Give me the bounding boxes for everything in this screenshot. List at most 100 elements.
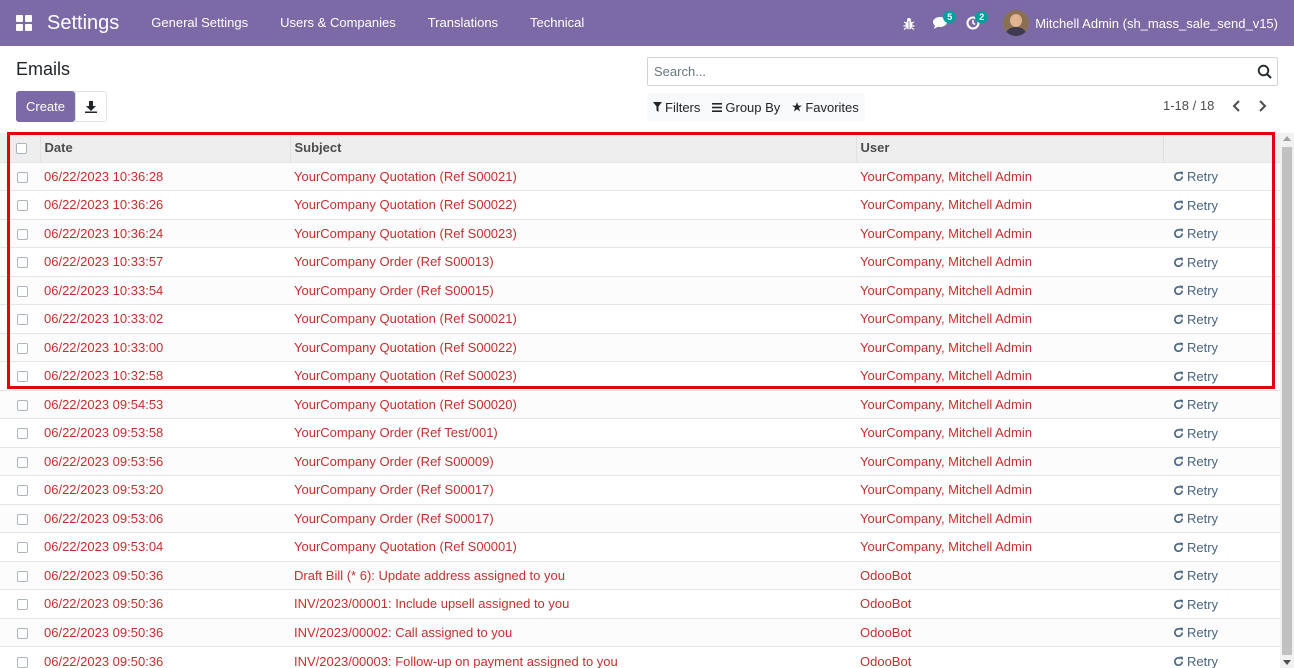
vertical-scrollbar[interactable] xyxy=(1280,133,1294,668)
email-subject[interactable]: YourCompany Quotation (Ref S00022) xyxy=(290,333,856,362)
email-user[interactable]: OdooBot xyxy=(856,590,1163,619)
retry-button[interactable]: Retry xyxy=(1173,226,1218,241)
email-subject[interactable]: YourCompany Quotation (Ref S00021) xyxy=(290,305,856,334)
row-checkbox[interactable] xyxy=(17,200,28,212)
table-row[interactable]: 06/22/2023 10:36:28 YourCompany Quotation… xyxy=(0,162,1280,191)
table-row[interactable]: 06/22/2023 09:54:53 YourCompany Quotation… xyxy=(0,390,1280,419)
retry-button[interactable]: Retry xyxy=(1173,568,1218,583)
search-input[interactable] xyxy=(648,58,1248,85)
menu-translations[interactable]: Translations xyxy=(412,0,514,46)
create-button[interactable]: Create xyxy=(16,91,75,122)
menu-technical[interactable]: Technical xyxy=(514,0,600,46)
email-date[interactable]: 06/22/2023 10:36:24 xyxy=(40,219,290,248)
row-checkbox[interactable] xyxy=(17,456,28,468)
pager-value[interactable]: 1-18 / 18 xyxy=(1163,98,1214,113)
column-header-user[interactable]: User xyxy=(855,133,1163,162)
email-date[interactable]: 06/22/2023 09:54:53 xyxy=(40,390,290,419)
menu-users-companies[interactable]: Users & Companies xyxy=(264,0,412,46)
row-checkbox[interactable] xyxy=(17,342,28,354)
row-checkbox[interactable] xyxy=(17,627,28,639)
retry-button[interactable]: Retry xyxy=(1173,625,1218,640)
email-user[interactable]: YourCompany, Mitchell Admin xyxy=(856,447,1163,476)
email-subject[interactable]: YourCompany Order (Ref S00017) xyxy=(290,504,856,533)
row-checkbox[interactable] xyxy=(17,513,28,525)
email-subject[interactable]: YourCompany Order (Ref S00009) xyxy=(290,447,856,476)
retry-button[interactable]: Retry xyxy=(1173,369,1218,384)
email-subject[interactable]: YourCompany Quotation (Ref S00020) xyxy=(290,390,856,419)
messages-chat-icon[interactable]: 5 xyxy=(925,0,957,46)
retry-button[interactable]: Retry xyxy=(1173,426,1218,441)
retry-button[interactable]: Retry xyxy=(1173,198,1218,213)
email-date[interactable]: 06/22/2023 10:33:57 xyxy=(40,248,290,277)
row-checkbox[interactable] xyxy=(17,371,28,383)
retry-button[interactable]: Retry xyxy=(1173,255,1218,270)
email-date[interactable]: 06/22/2023 09:53:20 xyxy=(40,476,290,505)
email-subject[interactable]: INV/2023/00002: Call assigned to you xyxy=(290,618,856,647)
row-checkbox[interactable] xyxy=(17,599,28,611)
retry-button[interactable]: Retry xyxy=(1173,511,1218,526)
search-icon[interactable] xyxy=(1257,64,1273,80)
email-date[interactable]: 06/22/2023 10:33:00 xyxy=(40,333,290,362)
email-date[interactable]: 06/22/2023 09:53:04 xyxy=(40,533,290,562)
download-button[interactable] xyxy=(75,91,107,122)
email-subject[interactable]: YourCompany Order (Ref S00017) xyxy=(290,476,856,505)
email-user[interactable]: YourCompany, Mitchell Admin xyxy=(856,333,1163,362)
table-row[interactable]: 06/22/2023 10:33:00 YourCompany Quotation… xyxy=(0,333,1280,362)
retry-button[interactable]: Retry xyxy=(1173,312,1218,327)
retry-button[interactable]: Retry xyxy=(1173,654,1218,668)
email-date[interactable]: 06/22/2023 09:53:58 xyxy=(40,419,290,448)
retry-button[interactable]: Retry xyxy=(1173,483,1218,498)
app-title[interactable]: Settings xyxy=(47,12,119,35)
table-row[interactable]: 06/22/2023 09:53:06 YourCompany Order (Re… xyxy=(0,504,1280,533)
email-date[interactable]: 06/22/2023 10:36:28 xyxy=(40,162,290,191)
email-date[interactable]: 06/22/2023 10:33:02 xyxy=(40,305,290,334)
email-date[interactable]: 06/22/2023 09:53:56 xyxy=(40,447,290,476)
retry-button[interactable]: Retry xyxy=(1173,540,1218,555)
column-header-subject[interactable]: Subject xyxy=(289,133,856,162)
retry-button[interactable]: Retry xyxy=(1173,397,1218,412)
table-row[interactable]: 06/22/2023 10:36:24 YourCompany Quotation… xyxy=(0,219,1280,248)
column-header-date[interactable]: Date xyxy=(39,133,290,162)
email-user[interactable]: YourCompany, Mitchell Admin xyxy=(856,476,1163,505)
select-all-checkbox[interactable] xyxy=(16,142,27,154)
email-user[interactable]: YourCompany, Mitchell Admin xyxy=(856,219,1163,248)
table-row[interactable]: 06/22/2023 10:32:58 YourCompany Quotation… xyxy=(0,361,1280,391)
scroll-thumb[interactable] xyxy=(1282,147,1292,655)
apps-menu-icon[interactable] xyxy=(16,15,32,31)
email-date[interactable]: 06/22/2023 09:50:36 xyxy=(40,618,290,647)
email-subject[interactable]: YourCompany Quotation (Ref S00001) xyxy=(290,533,856,562)
retry-button[interactable]: Retry xyxy=(1173,283,1218,298)
activities-clock-icon[interactable]: 2 xyxy=(957,0,989,46)
table-row[interactable]: 06/22/2023 09:50:36 INV/2023/00002: Call … xyxy=(0,618,1280,647)
email-user[interactable]: YourCompany, Mitchell Admin xyxy=(856,248,1163,277)
email-date[interactable]: 06/22/2023 10:36:26 xyxy=(40,191,290,220)
table-row[interactable]: 06/22/2023 09:50:36 INV/2023/00003: Follo… xyxy=(0,646,1280,668)
pager-previous-button[interactable] xyxy=(1227,97,1245,115)
table-row[interactable]: 06/22/2023 09:53:58 YourCompany Order (Re… xyxy=(0,418,1280,448)
row-checkbox[interactable] xyxy=(17,285,28,297)
table-row[interactable]: 06/22/2023 10:36:26 YourCompany Quotation… xyxy=(0,190,1280,220)
email-subject[interactable]: YourCompany Quotation (Ref S00021) xyxy=(290,162,856,191)
email-subject[interactable]: YourCompany Order (Ref S00015) xyxy=(290,276,856,305)
email-user[interactable]: YourCompany, Mitchell Admin xyxy=(856,362,1163,391)
email-user[interactable]: YourCompany, Mitchell Admin xyxy=(856,276,1163,305)
email-date[interactable]: 06/22/2023 10:33:54 xyxy=(40,276,290,305)
table-row[interactable]: 06/22/2023 09:53:56 YourCompany Order (Re… xyxy=(0,447,1280,476)
row-checkbox[interactable] xyxy=(17,656,28,668)
email-subject[interactable]: YourCompany Quotation (Ref S00022) xyxy=(290,191,856,220)
email-date[interactable]: 06/22/2023 09:53:06 xyxy=(40,504,290,533)
email-user[interactable]: YourCompany, Mitchell Admin xyxy=(856,533,1163,562)
email-date[interactable]: 06/22/2023 09:50:36 xyxy=(40,561,290,590)
email-subject[interactable]: INV/2023/00003: Follow-up on payment ass… xyxy=(290,647,856,668)
row-checkbox[interactable] xyxy=(17,171,28,183)
group-by-dropdown[interactable]: Group By xyxy=(706,93,786,121)
email-date[interactable]: 06/22/2023 09:50:36 xyxy=(40,590,290,619)
email-subject[interactable]: Draft Bill (* 6): Update address assigne… xyxy=(290,561,856,590)
table-row[interactable]: 06/22/2023 09:53:04 YourCompany Quotation… xyxy=(0,532,1280,562)
table-row[interactable]: 06/22/2023 10:33:57 YourCompany Order (Re… xyxy=(0,247,1280,277)
retry-button[interactable]: Retry xyxy=(1173,340,1218,355)
email-subject[interactable]: YourCompany Quotation (Ref S00023) xyxy=(290,362,856,391)
retry-button[interactable]: Retry xyxy=(1173,169,1218,184)
email-user[interactable]: OdooBot xyxy=(856,618,1163,647)
table-row[interactable]: 06/22/2023 09:50:36 INV/2023/00001: Inclu… xyxy=(0,589,1280,619)
